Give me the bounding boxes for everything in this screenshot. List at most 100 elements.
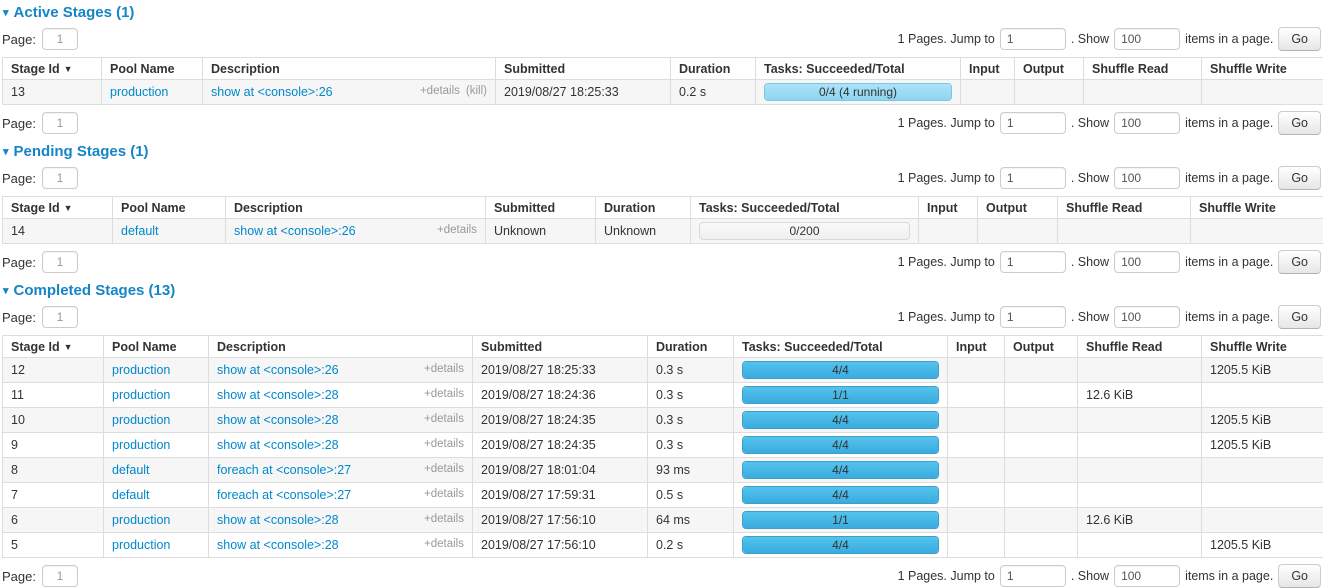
go-button[interactable]: Go bbox=[1278, 27, 1321, 51]
pool-name-cell: production bbox=[104, 508, 209, 533]
column-header[interactable]: Shuffle Read bbox=[1084, 58, 1202, 80]
page-number-input[interactable] bbox=[42, 28, 78, 50]
shuffle-read-cell bbox=[1078, 458, 1202, 483]
tasks-count-label: 4/4 bbox=[743, 437, 938, 453]
go-button[interactable]: Go bbox=[1278, 250, 1321, 274]
duration-cell: 0.3 s bbox=[648, 408, 734, 433]
page-number-input[interactable] bbox=[42, 251, 78, 273]
pool-name-link[interactable]: production bbox=[112, 438, 170, 452]
kill-link[interactable]: (kill) bbox=[466, 85, 487, 97]
pool-name-link[interactable]: production bbox=[112, 388, 170, 402]
go-button[interactable]: Go bbox=[1278, 111, 1321, 135]
show-count-input[interactable] bbox=[1114, 251, 1180, 273]
stage-id-cell: 13 bbox=[3, 80, 102, 105]
jump-to-input[interactable] bbox=[1000, 28, 1066, 50]
details-toggle[interactable]: +details bbox=[424, 388, 464, 400]
pagination-bar: Page: 1 Pages. Jump to . Show items in a… bbox=[2, 250, 1321, 274]
stage-id-cell: 10 bbox=[3, 408, 104, 433]
pool-name-link[interactable]: production bbox=[110, 85, 168, 99]
stage-description-link[interactable]: show at <console>:28 bbox=[217, 388, 339, 402]
column-header[interactable]: Tasks: Succeeded/Total bbox=[734, 336, 948, 358]
column-header[interactable]: Submitted bbox=[486, 197, 596, 219]
column-header[interactable]: Shuffle Write bbox=[1202, 58, 1323, 80]
column-header[interactable]: Output bbox=[1015, 58, 1084, 80]
column-header[interactable]: Tasks: Succeeded/Total bbox=[756, 58, 961, 80]
pool-name-link[interactable]: production bbox=[112, 513, 170, 527]
stage-description-link[interactable]: show at <console>:28 bbox=[217, 438, 339, 452]
column-header[interactable]: Tasks: Succeeded/Total bbox=[691, 197, 919, 219]
page-number-input[interactable] bbox=[42, 167, 78, 189]
details-toggle[interactable]: +details bbox=[424, 463, 464, 475]
input-cell bbox=[948, 483, 1005, 508]
stage-description-link[interactable]: show at <console>:26 bbox=[234, 224, 356, 238]
section-title[interactable]: ▾Completed Stages (13) bbox=[3, 282, 1321, 299]
column-header[interactable]: Duration bbox=[596, 197, 691, 219]
stage-description-link[interactable]: show at <console>:28 bbox=[217, 513, 339, 527]
column-header[interactable]: Submitted bbox=[496, 58, 671, 80]
column-header[interactable]: Output bbox=[978, 197, 1058, 219]
show-count-input[interactable] bbox=[1114, 306, 1180, 328]
stage-description-link[interactable]: show at <console>:26 bbox=[211, 85, 333, 99]
details-toggle[interactable]: +details bbox=[424, 363, 464, 375]
section-title[interactable]: ▾Pending Stages (1) bbox=[3, 143, 1321, 160]
show-count-input[interactable] bbox=[1114, 28, 1180, 50]
go-button[interactable]: Go bbox=[1278, 564, 1321, 588]
description-cell: +details show at <console>:28 bbox=[209, 383, 473, 408]
column-header[interactable]: Description bbox=[203, 58, 496, 80]
column-header[interactable]: Description bbox=[209, 336, 473, 358]
column-header[interactable]: Shuffle Read bbox=[1058, 197, 1191, 219]
column-header[interactable]: Shuffle Read bbox=[1078, 336, 1202, 358]
table-header-row: Stage Id▼Pool NameDescriptionSubmittedDu… bbox=[3, 197, 1323, 219]
column-header[interactable]: Stage Id▼ bbox=[3, 336, 104, 358]
pool-name-link[interactable]: default bbox=[121, 224, 159, 238]
stage-description-link[interactable]: foreach at <console>:27 bbox=[217, 488, 351, 502]
stage-description-link[interactable]: show at <console>:26 bbox=[217, 363, 339, 377]
section-title[interactable]: ▾Active Stages (1) bbox=[3, 4, 1321, 21]
column-header[interactable]: Pool Name bbox=[102, 58, 203, 80]
column-header[interactable]: Stage Id▼ bbox=[3, 58, 102, 80]
details-toggle[interactable]: +details bbox=[424, 538, 464, 550]
column-header[interactable]: Duration bbox=[648, 336, 734, 358]
pagination-bar: Page: 1 Pages. Jump to . Show items in a… bbox=[2, 111, 1321, 135]
jump-to-input[interactable] bbox=[1000, 112, 1066, 134]
details-toggle[interactable]: +details bbox=[424, 438, 464, 450]
column-header[interactable]: Duration bbox=[671, 58, 756, 80]
column-header[interactable]: Input bbox=[948, 336, 1005, 358]
jump-to-input[interactable] bbox=[1000, 167, 1066, 189]
details-toggle[interactable]: +details bbox=[424, 413, 464, 425]
details-toggle[interactable]: +details bbox=[420, 85, 460, 97]
pool-name-link[interactable]: default bbox=[112, 488, 150, 502]
column-header[interactable]: Stage Id▼ bbox=[3, 197, 113, 219]
column-header[interactable]: Output bbox=[1005, 336, 1078, 358]
show-count-input[interactable] bbox=[1114, 167, 1180, 189]
details-toggle[interactable]: +details bbox=[424, 488, 464, 500]
column-header[interactable]: Pool Name bbox=[104, 336, 209, 358]
jump-to-input[interactable] bbox=[1000, 306, 1066, 328]
pool-name-link[interactable]: production bbox=[112, 413, 170, 427]
column-header[interactable]: Input bbox=[961, 58, 1015, 80]
show-count-input[interactable] bbox=[1114, 565, 1180, 587]
column-header[interactable]: Pool Name bbox=[113, 197, 226, 219]
stage-description-link[interactable]: foreach at <console>:27 bbox=[217, 463, 351, 477]
column-header[interactable]: Description bbox=[226, 197, 486, 219]
page-number-input[interactable] bbox=[42, 112, 78, 134]
details-toggle[interactable]: +details bbox=[424, 513, 464, 525]
column-header[interactable]: Shuffle Write bbox=[1202, 336, 1323, 358]
column-header[interactable]: Shuffle Write bbox=[1191, 197, 1323, 219]
jump-to-input[interactable] bbox=[1000, 565, 1066, 587]
page-number-input[interactable] bbox=[42, 306, 78, 328]
column-header[interactable]: Input bbox=[919, 197, 978, 219]
show-count-input[interactable] bbox=[1114, 112, 1180, 134]
go-button[interactable]: Go bbox=[1278, 166, 1321, 190]
go-button[interactable]: Go bbox=[1278, 305, 1321, 329]
jump-to-input[interactable] bbox=[1000, 251, 1066, 273]
pool-name-link[interactable]: default bbox=[112, 463, 150, 477]
details-toggle[interactable]: +details bbox=[437, 224, 477, 236]
column-header[interactable]: Submitted bbox=[473, 336, 648, 358]
stage-description-link[interactable]: show at <console>:28 bbox=[217, 413, 339, 427]
page-number-input[interactable] bbox=[42, 565, 78, 587]
pages-jump-label: 1 Pages. Jump to bbox=[898, 32, 995, 46]
tasks-cell: 0/4 (4 running) bbox=[756, 80, 961, 105]
pool-name-cell: production bbox=[104, 533, 209, 558]
pool-name-link[interactable]: production bbox=[112, 363, 170, 377]
